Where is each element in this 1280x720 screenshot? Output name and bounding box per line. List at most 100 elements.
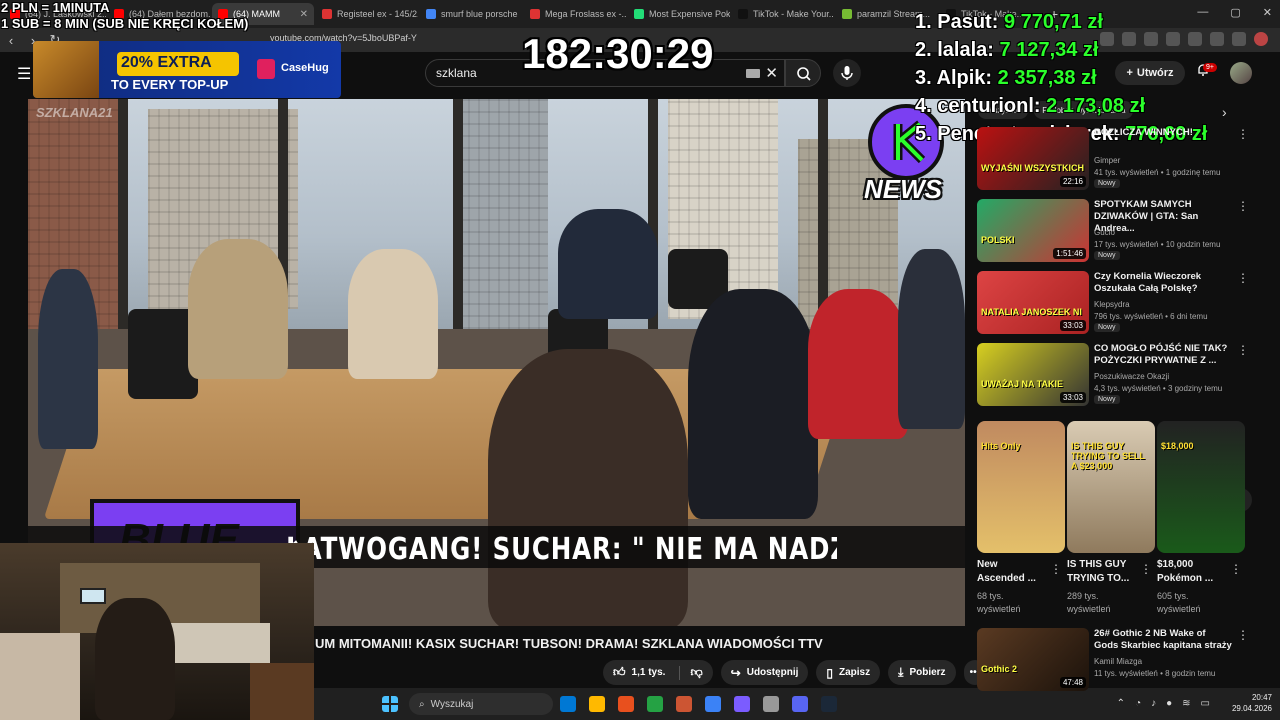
webcam-monitor [80,588,106,604]
wifi-icon[interactable]: ≋ [1182,698,1190,709]
close-tab-icon[interactable]: ✕ [300,9,308,20]
leaderboard-amount: 9 770,71 zł [1003,11,1103,33]
more-vert-icon[interactable]: ⋮ [1237,343,1249,357]
mic-icon[interactable]: ● [1166,698,1172,709]
video-thumbnail[interactable]: NATALIA JANOSZEK NI 33:03 [977,271,1089,334]
channel-name[interactable]: Poszukiwacze Okazji [1094,372,1169,381]
copilot-icon[interactable] [618,696,634,712]
recommendation-title[interactable]: ROZLICZA WINNYCH! [1094,127,1232,139]
menu-icon[interactable]: ☰ [17,64,31,84]
discord-icon[interactable] [792,696,808,712]
video-thumbnail[interactable]: POLSKI 1:51:46 [977,199,1089,262]
recommendation-item[interactable]: UWAŻAJ NA TAKIE 33:03 CO MOGŁO PÓJŚĆ NIE T… [977,343,1249,407]
browser-tab[interactable]: smurf blue porsche [420,3,522,25]
battery-icon[interactable]: ▭ [1201,698,1210,709]
duration-badge: 33:03 [1059,392,1086,403]
short-title[interactable]: IS THIS GUY TRYING TO... [1067,558,1137,586]
tab-label: Registeel ex - 145/2... [337,9,418,19]
browser-tab[interactable]: TikTok - Make Your... [732,3,834,25]
video-thumbnail[interactable]: WYJAŚNI WSZYSTKICH 22:16 [977,127,1089,190]
new-badge: Nowy [1094,323,1120,332]
chevron-right-icon[interactable]: › [1222,104,1227,120]
more-vert-icon[interactable]: ⋮ [1237,199,1249,213]
explorer-icon[interactable] [647,696,663,712]
avatar[interactable] [1230,62,1252,84]
more-vert-icon[interactable]: ⋮ [1050,562,1062,576]
donation-rule: 2 PLN = 1MINUTA [1,0,110,15]
extension-icon[interactable] [1232,32,1246,46]
more-vert-icon[interactable]: ⋮ [1140,562,1152,576]
recommendation-title[interactable]: 26# Gothic 2 NB Wake of Gods Skarbiec ka… [1094,628,1232,652]
search-button[interactable] [785,59,821,87]
chrome-icon[interactable] [705,696,721,712]
video-building [458,99,548,329]
clear-search-icon[interactable]: ✕ [765,64,778,82]
close-window-icon[interactable]: ✕ [1263,6,1272,19]
more-vert-icon[interactable]: ⋮ [1230,562,1242,576]
obs-icon[interactable] [763,696,779,712]
files-icon[interactable] [560,696,576,712]
short-title[interactable]: New Ascended ... [977,558,1047,586]
save-label: Zapisz [839,667,871,678]
maximize-icon[interactable]: ▢ [1230,6,1240,19]
clock-time: 20:47 [1251,693,1272,702]
recommendation-item[interactable]: Gothic 2 47:48 26# Gothic 2 NB Wake of God… [977,628,1249,692]
more-vert-icon[interactable]: ⋮ [1237,127,1249,141]
share-button[interactable]: ↪ Udostępnij [720,660,809,685]
download-button[interactable]: ⤓ Pobierz [888,660,956,685]
download-icon: ⤓ [898,665,904,679]
back-icon[interactable]: ‹ [0,33,22,48]
taskbar-search-placeholder: Wyszukaj [430,698,474,710]
recommendation-item[interactable]: WYJAŚNI WSZYSTKICH 22:16 ROZLICZA WINNYCH!… [977,127,1249,191]
leaderboard-rank: 4. [915,95,932,117]
knews-label: NEWS [864,174,942,204]
channel-name[interactable]: Kamil Miazga [1094,657,1142,666]
video-thumbnail[interactable]: Gothic 2 47:48 [977,628,1089,691]
more-vert-icon[interactable]: ⋮ [1237,628,1249,642]
recommendation-title[interactable]: Czy Kornelia Wieczorek Oszukała Całą Pol… [1094,271,1232,295]
window-frame [453,99,463,329]
extension-icon[interactable] [1210,32,1224,46]
recommendation-title[interactable]: CO MOGŁO PÓJŚĆ NIE TAK? POŻYCZKI PRYWATN… [1094,343,1232,367]
steam-icon[interactable] [821,696,837,712]
chevron-up-icon[interactable]: ⌃ [1117,698,1125,709]
keyboard-icon[interactable] [746,69,760,78]
browser-tab[interactable]: Most Expensive Pok... [628,3,730,25]
browser-tab[interactable]: Mega Froslass ex -... [524,3,626,25]
window-frame [818,99,828,329]
favicon-icon [842,9,852,19]
short-thumbnail[interactable]: $18,000 [1157,421,1245,553]
favicon-icon [738,9,748,19]
brave-icon[interactable] [676,696,692,712]
recommendation-item[interactable]: NATALIA JANOSZEK NI 33:03 Czy Kornelia Wie… [977,271,1249,335]
more-vert-icon[interactable]: ⋮ [1237,271,1249,285]
recommendation-item[interactable]: POLSKI 1:51:46 SPOTYKAM SAMYCH DZIWAKÓW | … [977,199,1249,263]
short-thumbnail[interactable]: IS THIS GUY TRYING TO SELL A $23,000 [1067,421,1155,553]
taskbar-search[interactable]: ⌕ Wyszukaj [409,693,553,715]
windows-start-icon[interactable] [382,696,398,712]
video-thumbnail[interactable]: UWAŻAJ NA TAKIE 33:03 [977,343,1089,406]
leaderboard-amount: 2 357,38 zł [997,67,1097,89]
profile-icon[interactable] [1254,32,1268,46]
short-title[interactable]: $18,000 Pokémon ... [1157,558,1227,586]
browser-tab[interactable]: Registeel ex - 145/2... [316,3,418,25]
save-button[interactable]: ▯ Zapisz [816,660,881,685]
leaderboard-name: Alpik: [936,67,993,89]
short-views: 289 tys. wyświetleń [1067,591,1111,614]
channel-name[interactable]: Gimper [1094,156,1120,165]
taskbar-clock[interactable]: 20:47 29.04.2026 [1232,692,1272,714]
window-frame [118,99,128,329]
promo-brand: CaseHug [281,62,329,74]
window-controls: — ▢ ✕ [1197,6,1272,19]
like-button[interactable]: 👍︎ 1,1 tys. 👎︎ [603,660,713,685]
channel-name[interactable]: Klepsydra [1094,300,1130,309]
folder-icon[interactable] [589,696,605,712]
person [188,239,288,379]
store-icon[interactable] [734,696,750,712]
network-icon[interactable]: ◔ [1135,698,1141,709]
volume-icon[interactable]: ♪ [1151,698,1156,709]
thumbs-down-icon[interactable]: 👎︎ [690,665,702,680]
voice-search-button[interactable] [833,59,861,87]
short-thumbnail[interactable]: Hits Only [977,421,1065,553]
channel-name[interactable]: Gucio [1094,228,1115,237]
